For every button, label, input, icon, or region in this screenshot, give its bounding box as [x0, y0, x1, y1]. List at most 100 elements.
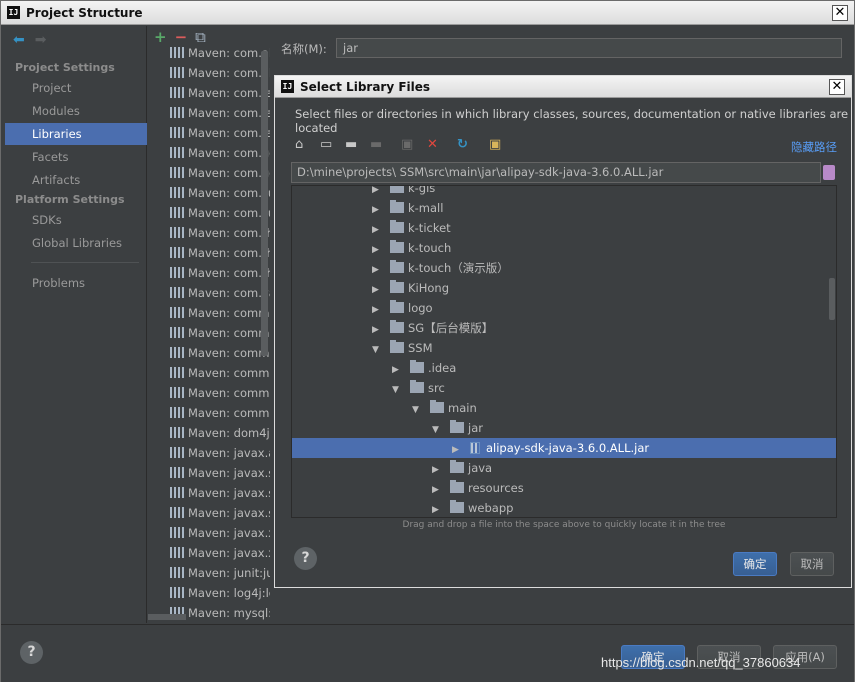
library-list-item[interactable]: Maven: commo [170, 323, 270, 343]
tree-folder-node[interactable]: ▼ main [412, 398, 477, 418]
refresh-icon[interactable]: ↻ [457, 137, 468, 153]
expanded-arrow-icon[interactable]: ▼ [372, 340, 390, 360]
library-list-item[interactable]: Maven: com.ali [170, 63, 270, 83]
tree-folder-node[interactable]: ▶ resources [432, 478, 524, 498]
library-list-item[interactable]: Maven: commo [170, 403, 270, 423]
new-folder-icon[interactable]: ▣ [401, 137, 413, 153]
expanded-arrow-icon[interactable]: ▼ [392, 380, 410, 400]
library-list-item[interactable]: Maven: javax.se [170, 463, 270, 483]
project-folder-icon[interactable]: ▬ [345, 137, 357, 153]
library-list-item[interactable]: Maven: com.the [170, 223, 270, 243]
nav-item-project[interactable]: Project [5, 77, 147, 99]
add-library-icon[interactable]: + [154, 28, 167, 46]
library-list-item[interactable]: Maven: com.the [170, 243, 270, 263]
nav-item-sdks[interactable]: SDKs [5, 209, 147, 231]
library-icon [170, 187, 184, 198]
tree-scrollbar[interactable] [829, 278, 835, 320]
back-arrow-icon[interactable]: ⬅ [13, 32, 25, 48]
module-folder-icon[interactable]: ▬ [370, 137, 382, 153]
library-list-item[interactable]: Maven: javax.xr [170, 523, 270, 543]
folder-icon [410, 360, 424, 373]
tree-folder-node[interactable]: ▶ webapp [432, 498, 513, 517]
collapsed-arrow-icon[interactable]: ▶ [372, 260, 390, 280]
library-list-item[interactable]: Maven: com.fas [170, 123, 270, 143]
nav-item-modules[interactable]: Modules [5, 100, 147, 122]
close-window-button[interactable]: ✕ [832, 5, 848, 21]
delete-icon[interactable]: ✕ [427, 137, 438, 153]
collapsed-arrow-icon[interactable]: ▶ [432, 480, 450, 500]
tree-folder-node[interactable]: ▶ KiHong [372, 278, 449, 298]
library-list-item[interactable]: Maven: commo [170, 383, 270, 403]
hide-path-link[interactable]: 隐藏路径 [791, 139, 837, 155]
tree-folder-node[interactable]: ▶ k-mall [372, 198, 443, 218]
expanded-arrow-icon[interactable]: ▼ [412, 400, 430, 420]
collapsed-arrow-icon[interactable]: ▶ [292, 440, 470, 460]
library-list-item[interactable]: Maven: commo [170, 303, 270, 323]
library-list-item[interactable]: Maven: com.va [170, 283, 270, 303]
library-name-field[interactable]: jar [336, 38, 842, 58]
collapsed-arrow-icon[interactable]: ▶ [392, 360, 410, 380]
nav-item-libraries[interactable]: Libraries [5, 123, 147, 145]
collapsed-arrow-icon[interactable]: ▶ [372, 220, 390, 240]
library-list-item[interactable]: Maven: log4j:lo [170, 583, 270, 603]
library-list-item[interactable]: Maven: javax.xr [170, 543, 270, 563]
tree-folder-node[interactable]: ▶ .idea [392, 358, 456, 378]
library-list-item[interactable]: Maven: javax.ac [170, 443, 270, 463]
tree-folder-node[interactable]: ▶ k-touch（演示版） [372, 258, 509, 278]
library-list-item[interactable]: Maven: com.su [170, 203, 270, 223]
library-list-item[interactable]: Maven: com.fas [170, 103, 270, 123]
library-list-item[interactable]: Maven: commo [170, 343, 270, 363]
collapsed-arrow-icon[interactable]: ▶ [372, 200, 390, 220]
collapsed-arrow-icon[interactable]: ▶ [432, 500, 450, 517]
tree-folder-node[interactable]: ▶ k-ticket [372, 218, 451, 238]
home-icon[interactable]: ⌂ [295, 137, 303, 153]
library-list-item[interactable]: Maven: com.su [170, 183, 270, 203]
expanded-arrow-icon[interactable]: ▼ [432, 420, 450, 440]
library-list-item[interactable]: Maven: com.go [170, 143, 270, 163]
tree-folder-node[interactable]: ▶ java [432, 458, 492, 478]
tree-folder-node[interactable]: ▼ SSM [372, 338, 433, 358]
library-list-item[interactable]: Maven: mysql:m [170, 603, 270, 623]
collapsed-arrow-icon[interactable]: ▶ [372, 300, 390, 320]
dialog-cancel-button[interactable]: 取消 [790, 552, 834, 576]
nav-item-problems[interactable]: Problems [5, 272, 147, 294]
show-hidden-icon[interactable]: ▣ [489, 137, 501, 153]
library-list-item[interactable]: Maven: com.ali [170, 43, 270, 63]
collapsed-arrow-icon[interactable]: ▶ [432, 460, 450, 480]
nav-item-artifacts[interactable]: Artifacts [5, 169, 147, 191]
tree-folder-node[interactable]: ▶ k-gis [372, 186, 435, 198]
forward-arrow-icon[interactable]: ➡ [35, 32, 47, 48]
desktop-icon[interactable]: ▭ [320, 137, 332, 153]
help-icon[interactable]: ? [20, 641, 43, 664]
path-history-icon[interactable] [823, 165, 835, 180]
library-list-item[interactable]: Maven: com.go [170, 163, 270, 183]
library-list-item[interactable]: Maven: javax.se [170, 503, 270, 523]
nav-item-facets[interactable]: Facets [5, 146, 147, 168]
library-name: Maven: commo [188, 406, 270, 420]
path-input[interactable]: D:\mine\projects\ SSM\src\main\jar\alipa… [291, 162, 821, 183]
library-list-item[interactable]: Maven: junit:jur [170, 563, 270, 583]
collapsed-arrow-icon[interactable]: ▶ [372, 280, 390, 300]
tree-folder-node[interactable]: ▶ SG【后台模版】 [372, 318, 493, 338]
library-name: Maven: com.su [188, 206, 270, 220]
library-list-item[interactable]: Maven: commo [170, 363, 270, 383]
libraries-horizontal-scrollbar[interactable] [148, 614, 186, 620]
library-icon [170, 47, 184, 58]
collapsed-arrow-icon[interactable]: ▶ [372, 240, 390, 260]
nav-item-global-libraries[interactable]: Global Libraries [5, 232, 147, 254]
libraries-vertical-scrollbar[interactable] [261, 51, 268, 356]
tree-jar-node[interactable]: ▶ alipay-sdk-java-3.6.0.ALL.jar [292, 438, 836, 460]
library-list-item[interactable]: Maven: com.fas [170, 83, 270, 103]
folder-icon [390, 186, 404, 193]
library-list-item[interactable]: Maven: javax.se [170, 483, 270, 503]
dialog-help-icon[interactable]: ? [294, 547, 317, 570]
tree-folder-node[interactable]: ▼ jar [432, 418, 483, 438]
tree-folder-node[interactable]: ▶ k-touch [372, 238, 451, 258]
library-list-item[interactable]: Maven: com.the [170, 263, 270, 283]
close-dialog-button[interactable]: ✕ [829, 79, 845, 95]
tree-folder-node[interactable]: ▶ logo [372, 298, 433, 318]
library-list-item[interactable]: Maven: dom4j:c [170, 423, 270, 443]
tree-folder-node[interactable]: ▼ src [392, 378, 445, 398]
collapsed-arrow-icon[interactable]: ▶ [372, 320, 390, 340]
dialog-ok-button[interactable]: 确定 [733, 552, 777, 576]
